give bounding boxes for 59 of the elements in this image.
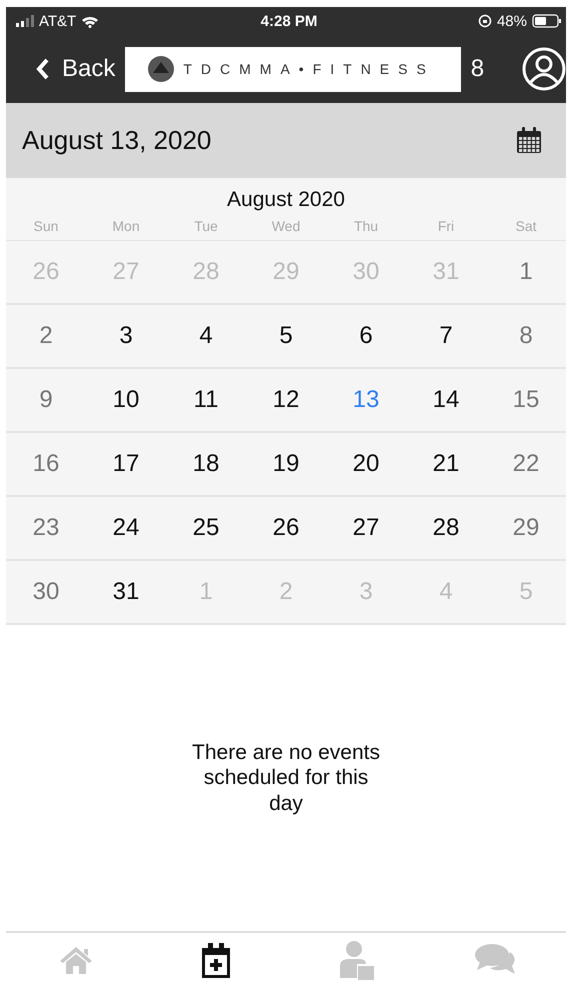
battery-percent: 48%	[496, 12, 527, 30]
calendar-day[interactable]: 13	[352, 386, 380, 414]
calendar-day[interactable]: 25	[192, 514, 220, 542]
calendar-day[interactable]: 27	[352, 514, 380, 542]
calendar-day[interactable]: 17	[112, 450, 140, 478]
month-title: August 2020	[226, 187, 346, 213]
calendar-day[interactable]: 14	[432, 386, 460, 414]
selected-date: August 13, 2020	[22, 125, 212, 156]
calendar-day[interactable]: 24	[112, 514, 140, 542]
calendar-day[interactable]: 8	[519, 322, 533, 350]
calendar-day[interactable]: 19	[272, 450, 300, 478]
profile-icon[interactable]	[522, 47, 566, 91]
calendar-day[interactable]: 12	[272, 386, 300, 414]
calendar-day[interactable]: 3	[119, 322, 133, 350]
wifi-icon	[81, 14, 100, 28]
signal-icon	[16, 15, 34, 27]
calendar-day[interactable]: 20	[352, 450, 380, 478]
calendar-day[interactable]: 30	[32, 578, 60, 606]
logo-text: TDCMMA•FITNESS	[183, 61, 435, 77]
calendar-day[interactable]: 31	[112, 578, 140, 606]
calendar-day[interactable]: 4	[199, 322, 213, 350]
calendar-add-icon	[200, 942, 232, 978]
empty-message: There are no events scheduled for this day	[191, 740, 381, 816]
tab-button[interactable]	[200, 942, 232, 978]
calendar-day[interactable]: 11	[194, 386, 218, 414]
home-icon	[58, 945, 94, 975]
battery-icon	[532, 14, 562, 28]
calendar-day[interactable]: 1	[519, 258, 533, 286]
calendar-day[interactable]: 16	[32, 450, 60, 478]
weekday-label: Wed	[270, 218, 302, 234]
calendar-day[interactable]: 22	[512, 450, 540, 478]
chevron-left-icon	[36, 58, 50, 80]
calendar-icon[interactable]	[516, 127, 542, 154]
rotation-lock-icon	[478, 14, 492, 28]
calendar-day[interactable]: 21	[432, 450, 460, 478]
calendar-day[interactable]: 5	[279, 322, 293, 350]
calendar-day[interactable]: 6	[359, 322, 373, 350]
weekday-label: Tue	[193, 218, 219, 234]
person-calendar-icon	[337, 940, 375, 980]
calendar-day[interactable]: 18	[192, 450, 220, 478]
weekday-label: Thu	[352, 218, 380, 234]
calendar-day[interactable]: 7	[439, 322, 453, 350]
calendar-day[interactable]: 9	[39, 386, 53, 414]
calendar-day[interactable]: 28	[432, 514, 460, 542]
calendar-day[interactable]: 23	[32, 514, 60, 542]
calendar-day[interactable]: 26	[272, 514, 300, 542]
calendar-day[interactable]: 2	[39, 322, 53, 350]
calendar-day[interactable]: 29	[512, 514, 540, 542]
carrier-name: AT&T	[39, 12, 76, 30]
status-time: 4:28 PM	[260, 12, 318, 30]
count-label: 8	[470, 55, 484, 83]
weekday-label: Sat	[514, 218, 538, 234]
calendar-day[interactable]: 10	[112, 386, 140, 414]
weekday-label: Sun	[32, 218, 60, 234]
calendar-day[interactable]: 15	[512, 386, 540, 414]
weekday-label: Fri	[436, 218, 456, 234]
weekday-label: Mon	[111, 218, 141, 234]
back-button[interactable]: Back	[36, 55, 116, 83]
emblem-icon	[147, 55, 176, 83]
